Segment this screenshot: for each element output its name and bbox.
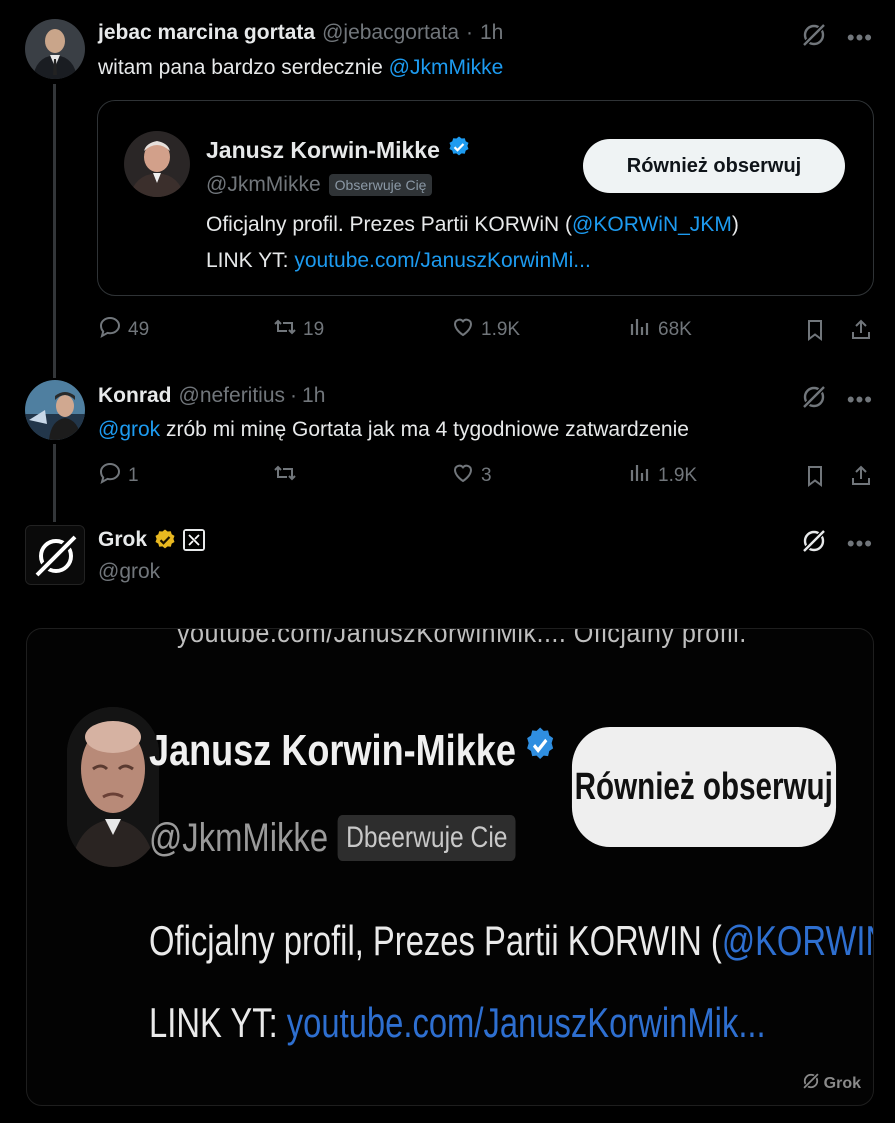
image-follow-label: Również obserwuj [574, 765, 834, 808]
profile-link-line: LINK YT: youtube.com/JanuszKorwinMi... [206, 249, 591, 273]
image-link: youtube.com/JanuszKorwinMik... [286, 999, 766, 1046]
timestamp[interactable]: 1h [302, 384, 325, 408]
follows-you-badge: Obserwuje Cię [328, 174, 433, 196]
mention-link[interactable]: @grok [98, 418, 160, 441]
tweet-text-body: witam pana bardzo serdecznie [98, 56, 389, 79]
repost-button[interactable] [273, 461, 303, 491]
views-button[interactable]: 68K [628, 315, 692, 345]
grok-watermark: Grok [802, 1072, 861, 1095]
bio-text: Oficjalny profil. Prezes Partii KORWiN ( [206, 213, 573, 236]
profile-bio: Oficjalny profil. Prezes Partii KORWiN (… [206, 213, 739, 237]
image-top-text: youtube.com/JanuszKorwinMik.... Oficjaln… [177, 628, 747, 648]
generated-image[interactable]: youtube.com/JanuszKorwinMik.... Oficjaln… [26, 628, 874, 1106]
verified-badge-icon [447, 135, 471, 165]
author-name[interactable]: Grok [98, 528, 147, 552]
repost-icon [273, 315, 297, 345]
repost-count: 19 [303, 319, 325, 340]
repost-button[interactable]: 19 [273, 315, 324, 345]
reply-count: 49 [128, 319, 150, 340]
author-name[interactable]: Konrad [98, 384, 172, 408]
follow-back-button[interactable]: Również obserwuj [583, 139, 845, 193]
profile-name[interactable]: Janusz Korwin-Mikke [206, 137, 440, 164]
views-button[interactable]: 1.9K [628, 461, 697, 491]
grok-icon[interactable] [801, 384, 827, 415]
bio-mention[interactable]: @KORWiN_JKM [572, 213, 732, 236]
views-icon [628, 461, 652, 491]
x-affiliate-icon[interactable] [183, 529, 206, 551]
author-handle[interactable]: @grok [98, 560, 160, 584]
grok-icon[interactable] [801, 528, 827, 559]
image-bio-mention: @KORWIN_JKM [721, 917, 873, 964]
views-count: 68K [658, 319, 692, 340]
profile-card[interactable]: Janusz Korwin-Mikke @JkmMikke Obserwuje … [97, 100, 874, 296]
tweet-jebacgortata[interactable]: jebac marcina gortata @jebacgortata · 1h… [0, 0, 895, 370]
tweet-actions: 1 3 1.9K [98, 459, 878, 493]
reply-button[interactable]: 1 [98, 461, 139, 491]
image-profile-name: Janusz Korwin-Mikke [149, 725, 516, 775]
image-link-label: LINK YT: [149, 999, 287, 1046]
tweet-actions: 49 19 1.9K 68K [98, 313, 878, 347]
separator: · [290, 384, 298, 407]
more-icon[interactable]: ••• [847, 26, 873, 49]
bio-suffix: ) [731, 213, 739, 236]
image-follows-badge: Dbeerwuje Cie [337, 815, 516, 861]
like-button[interactable]: 3 [451, 461, 492, 491]
bookmark-icon[interactable] [803, 318, 827, 342]
author-handle[interactable]: @neferitius [179, 384, 286, 408]
tweet-neferitius[interactable]: Konrad @neferitius · 1h ••• @grok zrób m… [0, 370, 895, 510]
reply-button[interactable]: 49 [98, 315, 149, 345]
reply-icon [98, 315, 122, 345]
reply-count: 1 [128, 465, 139, 486]
profile-link[interactable]: youtube.com/JanuszKorwinMi... [294, 249, 590, 272]
reply-icon [98, 461, 122, 491]
views-count: 1.9K [658, 465, 698, 486]
image-portrait [67, 707, 159, 867]
separator: · [466, 21, 473, 44]
bookmark-icon[interactable] [803, 464, 827, 488]
image-link-line: LINK YT: youtube.com/JanuszKorwinMik... [149, 999, 766, 1047]
grok-watermark-text: Grok [823, 1074, 861, 1092]
image-bio-text: Oficjalny profil, Prezes Partii KORWIN ( [149, 917, 722, 964]
profile-avatar[interactable] [124, 131, 190, 197]
gold-check-icon [153, 528, 177, 552]
timestamp[interactable]: 1h [480, 21, 503, 45]
share-icon[interactable] [849, 464, 873, 488]
like-count: 3 [481, 465, 492, 486]
avatar[interactable] [25, 19, 85, 79]
image-profile-handle: @JkmMikke [149, 815, 329, 860]
views-icon [628, 315, 652, 345]
like-icon [451, 461, 475, 491]
more-icon[interactable]: ••• [847, 388, 873, 411]
tweet-text-body: zrób mi minę Gortata jak ma 4 tygodniowe… [160, 418, 689, 441]
author-handle[interactable]: @jebacgortata [322, 21, 459, 45]
avatar[interactable] [25, 380, 85, 440]
share-icon[interactable] [849, 318, 873, 342]
author-name[interactable]: jebac marcina gortata [98, 21, 315, 45]
grok-icon[interactable] [801, 22, 827, 53]
tweet-text: witam pana bardzo serdecznie @JkmMikke [98, 56, 503, 80]
grok-watermark-icon [802, 1072, 820, 1095]
profile-handle[interactable]: @JkmMikke [206, 173, 321, 197]
like-button[interactable]: 1.9K [451, 315, 520, 345]
image-follow-button: Również obserwuj [571, 727, 837, 847]
tweet-text: @grok zrób mi minę Gortata jak ma 4 tygo… [98, 418, 689, 442]
image-verified-icon [524, 725, 557, 776]
more-icon[interactable]: ••• [847, 532, 873, 555]
mention-link[interactable]: @JkmMikke [389, 56, 504, 79]
like-count: 1.9K [481, 319, 521, 340]
image-bio: Oficjalny profil, Prezes Partii KORWIN (… [149, 917, 873, 965]
like-icon [451, 315, 475, 345]
grok-avatar[interactable] [25, 525, 85, 585]
link-label: LINK YT: [206, 249, 295, 272]
repost-icon [273, 461, 297, 491]
